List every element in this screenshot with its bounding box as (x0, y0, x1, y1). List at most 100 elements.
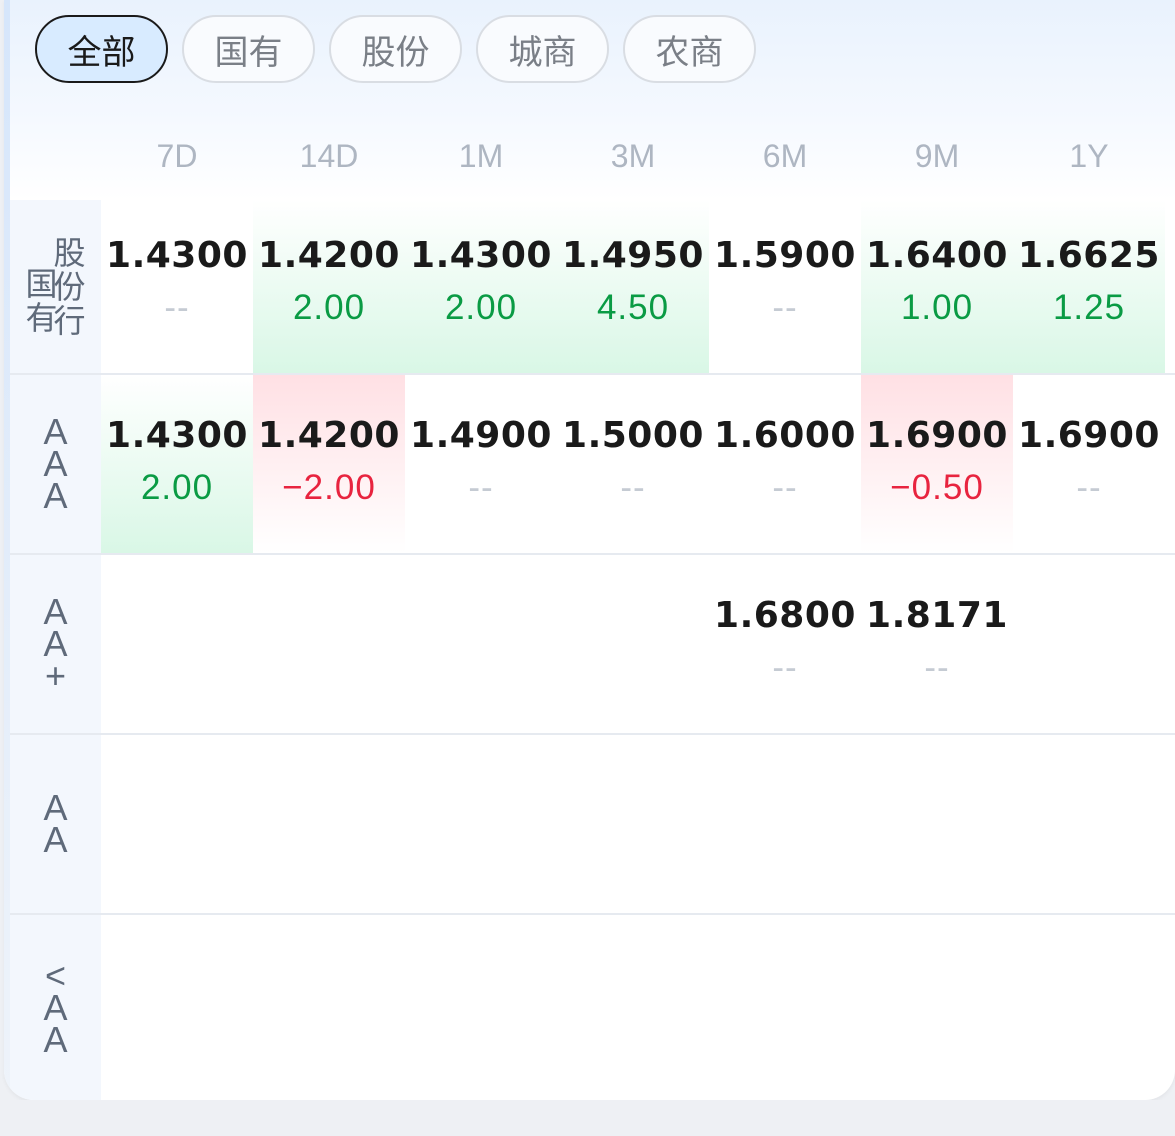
rate-cell[interactable]: 1.6625 1.25 (1013, 200, 1165, 373)
rate-cell (1013, 915, 1165, 1100)
row-label-char: A (43, 475, 68, 516)
rate-change: 4.50 (596, 288, 670, 327)
table-row[interactable]: A A + 1.6800 -- 1.8171 -- (4, 555, 1171, 733)
rate-change: −0.50 (890, 468, 984, 507)
row-label: AAA (10, 375, 101, 553)
rate-change: -- (772, 648, 798, 687)
rate-cell (101, 555, 253, 733)
rate-change: 2.00 (444, 288, 518, 327)
row-label-char: 股 (53, 234, 86, 271)
bank-type-tabs: 全部 国有 股份 城商 农商 (35, 15, 756, 83)
rate-value: 1.4200 (258, 415, 400, 456)
rate-change: 2.00 (292, 288, 366, 327)
rate-cell (101, 915, 253, 1100)
rate-value: 1.5900 (714, 235, 856, 276)
row-label-char: + (44, 655, 67, 696)
rate-cell (1013, 555, 1165, 733)
column-header-1y: 1Y (1069, 138, 1109, 174)
rate-cell[interactable]: 1.5900 -- (709, 200, 861, 373)
rate-value: 1.6900 (1018, 415, 1160, 456)
rate-cell (253, 915, 405, 1100)
row-label-char: A (43, 1018, 68, 1060)
rate-value: 1.6625 (1018, 235, 1160, 276)
rate-value: 1.6900 (866, 415, 1008, 456)
row-label-char: 份 (53, 268, 86, 305)
rate-cell[interactable]: 1.5000 -- (557, 375, 709, 553)
rate-change: 1.00 (900, 288, 974, 327)
rate-cell (557, 555, 709, 733)
rate-cell (557, 735, 709, 913)
rate-cell[interactable]: 1.4950 4.50 (557, 200, 709, 373)
rate-value: 1.4300 (410, 235, 552, 276)
rate-value: 1.4950 (562, 235, 704, 276)
rate-cell (861, 735, 1013, 913)
rate-cell (709, 735, 861, 913)
table-row[interactable]: A A A 1.4300 2.00 1.4200 −2.00 1.4900 -- 1.5000 --… (4, 375, 1171, 553)
column-header-3m: 3M (610, 138, 656, 174)
rate-value: 1.5000 (562, 415, 704, 456)
rate-cell (405, 735, 557, 913)
rate-change: −2.00 (282, 468, 376, 507)
rate-cell (557, 915, 709, 1100)
rate-change: -- (772, 288, 798, 327)
rate-change: -- (1076, 468, 1102, 507)
table-row[interactable]: 国有股份行 1.4300 -- 1.4200 2.00 1.4300 2.00 1.4950 4… (4, 200, 1171, 373)
row-label: < A A (10, 915, 101, 1100)
rate-table-card: 全部 国有 股份 城商 农商 7D 14D 1M 3M 6M 9M 1Y 国有股… (4, 0, 1175, 1100)
rate-change: 2.00 (140, 468, 214, 507)
rate-cell[interactable]: 1.8171 -- (861, 555, 1013, 733)
rate-value: 1.4300 (106, 415, 248, 456)
rate-cell (861, 915, 1013, 1100)
rate-cell[interactable]: 1.6900 -- (1013, 375, 1165, 553)
rate-cell[interactable]: 1.4900 -- (405, 375, 557, 553)
rate-cell[interactable]: 1.6800 -- (709, 555, 861, 733)
rate-change: -- (924, 648, 950, 687)
column-header-14d: 14D (299, 138, 359, 174)
bottom-strip (0, 1100, 1175, 1136)
rate-cell[interactable]: 1.4200 −2.00 (253, 375, 405, 553)
rate-change: -- (772, 468, 798, 507)
rate-value: 1.8171 (866, 595, 1008, 636)
rate-cell[interactable]: 1.6000 -- (709, 375, 861, 553)
rate-cell (253, 555, 405, 733)
column-header-9m: 9M (914, 138, 960, 174)
rate-cell (405, 915, 557, 1100)
tab-city-commercial[interactable]: 城商 (476, 15, 609, 83)
row-label-char: 行 (53, 302, 86, 339)
rate-value: 1.6800 (714, 595, 856, 636)
rate-value: 1.4300 (106, 235, 248, 276)
rate-cell[interactable]: 1.4300 -- (101, 200, 253, 373)
tab-state-owned[interactable]: 国有 (182, 15, 315, 83)
table-row[interactable]: AA (4, 735, 1171, 913)
tab-joint-stock[interactable]: 股份 (329, 15, 462, 83)
rate-change: 1.25 (1052, 288, 1126, 327)
column-header-7d: 7D (156, 138, 198, 174)
column-header-1m: 1M (458, 138, 504, 174)
rate-cell[interactable]: 1.4300 2.00 (101, 375, 253, 553)
rate-cell (709, 915, 861, 1100)
rate-cell (1013, 735, 1165, 913)
tab-all[interactable]: 全部 (35, 15, 168, 83)
rate-change: -- (468, 468, 494, 507)
row-label-char: A (43, 819, 68, 860)
rate-value: 1.6000 (714, 415, 856, 456)
rate-value: 1.4900 (410, 415, 552, 456)
rate-cell[interactable]: 1.4200 2.00 (253, 200, 405, 373)
rate-change: -- (620, 468, 646, 507)
rate-cell (101, 735, 253, 913)
row-label: A A + (10, 555, 101, 733)
row-label: 国有股份行 (10, 200, 101, 373)
rate-value: 1.4200 (258, 235, 400, 276)
rate-change: -- (164, 288, 190, 327)
tab-rural-commercial[interactable]: 农商 (623, 15, 756, 83)
rate-cell (253, 735, 405, 913)
row-label: AA (10, 735, 101, 913)
page: 全部 国有 股份 城商 农商 7D 14D 1M 3M 6M 9M 1Y 国有股… (0, 0, 1175, 1136)
rate-cell (405, 555, 557, 733)
table-row[interactable]: < A A (4, 915, 1171, 1100)
rate-value: 1.6400 (866, 235, 1008, 276)
column-header-6m: 6M (762, 138, 808, 174)
rate-cell[interactable]: 1.6400 1.00 (861, 200, 1013, 373)
rate-cell[interactable]: 1.4300 2.00 (405, 200, 557, 373)
rate-cell[interactable]: 1.6900 −0.50 (861, 375, 1013, 553)
